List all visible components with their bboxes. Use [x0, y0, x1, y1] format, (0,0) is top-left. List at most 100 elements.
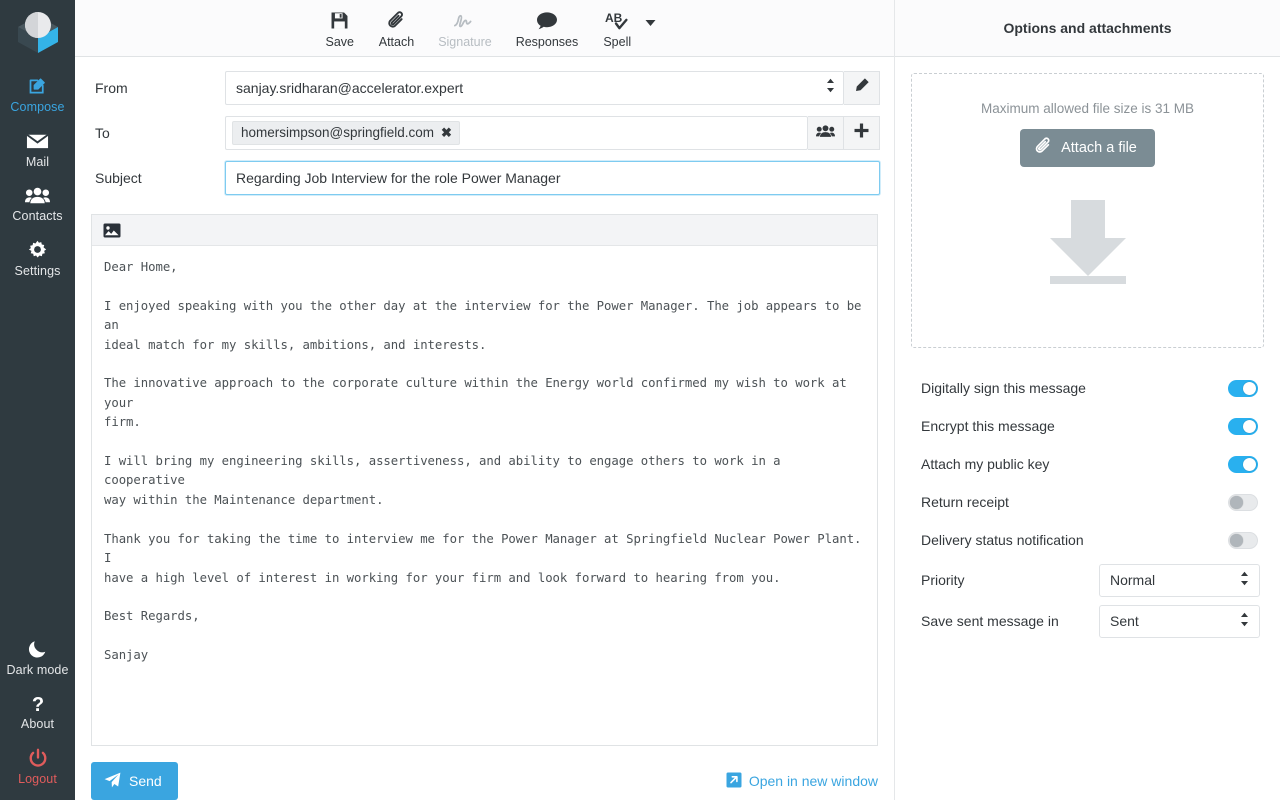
- option-label: Digitally sign this message: [921, 380, 1228, 396]
- attach-a-file-label: Attach a file: [1061, 140, 1137, 156]
- speech-bubble-icon: [536, 10, 558, 32]
- toolbar-button-label: Save: [326, 36, 355, 49]
- return-receipt-toggle[interactable]: [1228, 494, 1258, 511]
- attach-button[interactable]: Attach: [367, 8, 426, 49]
- external-link-icon: [726, 772, 742, 791]
- paperclip-icon: [387, 10, 406, 32]
- toolbar-button-label: Signature: [438, 36, 492, 49]
- sidebar-item-label: Contacts: [12, 210, 62, 223]
- option-row-priority: Priority Normal: [911, 560, 1264, 600]
- envelope-icon: [26, 130, 49, 152]
- sidebar-item-label: Logout: [18, 773, 57, 786]
- spell-options-caret-icon[interactable]: [644, 19, 656, 37]
- spellcheck-icon: AB: [604, 10, 630, 32]
- editor-body[interactable]: Dear Home, I enjoyed speaking with you t…: [92, 246, 877, 745]
- download-arrow-icon: [1040, 200, 1136, 289]
- editor-toolbar: [92, 215, 877, 246]
- svg-text:?: ?: [31, 694, 43, 714]
- attach-public-key-toggle[interactable]: [1228, 456, 1258, 473]
- main-area: Save Attach: [75, 0, 1280, 800]
- option-row-return-receipt: Return receipt: [911, 483, 1264, 521]
- sidebar-item-contacts[interactable]: Contacts: [0, 175, 75, 230]
- responses-button[interactable]: Responses: [504, 8, 591, 49]
- plus-icon: [853, 122, 870, 144]
- sidebar-nav-top: Compose Mail: [0, 62, 75, 284]
- pencil-icon: [853, 77, 870, 99]
- sidebar-item-logout[interactable]: Logout: [0, 738, 75, 793]
- option-row-public-key: Attach my public key: [911, 445, 1264, 483]
- recipient-chip-label: homersimpson@springfield.com: [241, 125, 434, 142]
- recipient-chip[interactable]: homersimpson@springfield.com ✖: [232, 121, 460, 146]
- signature-icon: [453, 10, 477, 32]
- option-label: Attach my public key: [921, 456, 1228, 472]
- max-file-size-text: Maximum allowed file size is 31 MB: [981, 101, 1194, 116]
- subject-label: Subject: [91, 170, 225, 186]
- priority-select[interactable]: Normal: [1099, 564, 1260, 597]
- options-pane-title: Options and attachments: [895, 0, 1280, 57]
- spell-button[interactable]: AB Spell: [590, 8, 644, 49]
- remove-recipient-icon[interactable]: ✖: [441, 125, 452, 141]
- add-from-contacts-button[interactable]: [808, 116, 844, 150]
- compose-toolbar: Save Attach: [75, 0, 894, 57]
- paperclip-icon: [1035, 137, 1052, 159]
- delivery-status-toggle[interactable]: [1228, 532, 1258, 549]
- sidebar-item-label: Settings: [15, 265, 61, 278]
- save-sent-label: Save sent message in: [921, 613, 1099, 629]
- sidebar-item-mail[interactable]: Mail: [0, 121, 75, 176]
- options-pane: Options and attachments Maximum allowed …: [895, 0, 1280, 800]
- compose-icon: [27, 75, 48, 97]
- contacts-icon: [25, 184, 50, 206]
- option-label: Encrypt this message: [921, 418, 1228, 434]
- option-row-digitally-sign: Digitally sign this message: [911, 369, 1264, 407]
- sidebar-item-label: Mail: [26, 156, 49, 169]
- sidebar-item-label: Compose: [10, 101, 64, 114]
- sidebar-item-compose[interactable]: Compose: [0, 66, 75, 121]
- option-row-encrypt: Encrypt this message: [911, 407, 1264, 445]
- attachment-dropzone[interactable]: Maximum allowed file size is 31 MB Attac…: [911, 73, 1264, 348]
- sidebar-item-about[interactable]: ? About: [0, 683, 75, 738]
- compose-headers: From: [75, 57, 894, 206]
- svg-text:AB: AB: [605, 11, 623, 25]
- to-label: To: [91, 125, 225, 141]
- sidebar-item-settings[interactable]: Settings: [0, 230, 75, 285]
- options-pane-body: Maximum allowed file size is 31 MB Attac…: [895, 57, 1280, 641]
- message-options-list: Digitally sign this message Encrypt this…: [911, 369, 1264, 641]
- edit-identity-button[interactable]: [844, 71, 880, 105]
- digitally-sign-toggle[interactable]: [1228, 380, 1258, 397]
- sort-arrows-icon: [1240, 571, 1249, 589]
- add-recipient-button[interactable]: [844, 116, 880, 150]
- to-input[interactable]: homersimpson@springfield.com ✖: [225, 116, 808, 150]
- floppy-disk-icon: [330, 10, 349, 32]
- save-sent-value: Sent: [1110, 613, 1139, 629]
- sidebar-item-label: About: [21, 718, 54, 731]
- moon-icon: [28, 638, 48, 660]
- save-sent-select[interactable]: Sent: [1099, 605, 1260, 638]
- signature-button[interactable]: Signature: [426, 8, 504, 49]
- send-button[interactable]: Send: [91, 762, 178, 800]
- open-in-new-window-label: Open in new window: [749, 773, 878, 789]
- open-in-new-window-link[interactable]: Open in new window: [726, 772, 878, 791]
- sort-arrows-icon: [1240, 612, 1249, 630]
- compose-wrapper: Save Attach: [75, 0, 1280, 800]
- question-icon: ?: [29, 692, 47, 714]
- paper-plane-icon: [104, 772, 121, 791]
- option-row-delivery-status: Delivery status notification: [911, 521, 1264, 559]
- roundcube-logo: [0, 0, 75, 62]
- from-select[interactable]: [225, 71, 844, 105]
- compose-left-pane: Save Attach: [75, 0, 895, 800]
- attach-a-file-button[interactable]: Attach a file: [1020, 129, 1155, 167]
- priority-label: Priority: [921, 572, 1099, 588]
- save-button[interactable]: Save: [313, 8, 367, 49]
- compose-screen: Compose Mail: [0, 0, 1280, 800]
- sidebar-item-label: Dark mode: [6, 664, 68, 677]
- from-label: From: [91, 80, 225, 96]
- message-editor: Dear Home, I enjoyed speaking with you t…: [91, 214, 878, 746]
- gear-icon: [27, 239, 48, 261]
- option-row-save-sent: Save sent message in Sent: [911, 601, 1264, 641]
- insert-image-icon[interactable]: [100, 219, 124, 241]
- from-select-wrap: [225, 71, 844, 105]
- subject-input[interactable]: [225, 161, 880, 195]
- encrypt-message-toggle[interactable]: [1228, 418, 1258, 435]
- sidebar-item-dark-mode[interactable]: Dark mode: [0, 629, 75, 684]
- message-body[interactable]: Dear Home, I enjoyed speaking with you t…: [104, 258, 865, 666]
